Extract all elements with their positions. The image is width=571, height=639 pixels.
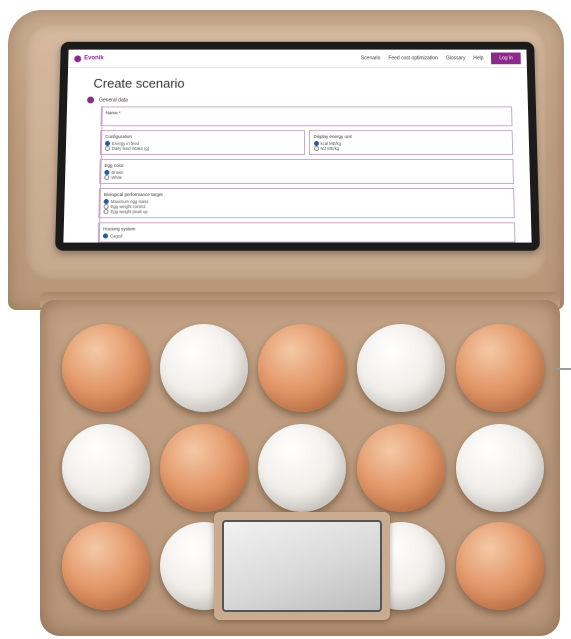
white-egg [160,324,248,412]
egg-color-option[interactable]: White [104,174,509,180]
carton-label-pane [214,512,390,620]
name-field[interactable]: Name * [100,106,513,127]
configuration-option[interactable]: Daily feed intake (g) [104,145,300,151]
nav-scenario[interactable]: Scenario [361,55,381,61]
brown-egg [62,324,150,412]
white-egg [258,424,346,512]
option-label: White [111,174,123,180]
option-label: MJ ME/kg [320,145,340,151]
white-egg [62,424,150,512]
option-label: Egg weight peak up [110,209,148,215]
configuration-group: Configuration Energy in feed Daily feed … [99,130,305,155]
nav-help[interactable]: Help [473,55,483,61]
radio-icon[interactable] [103,209,109,215]
page-title: Create scenario [93,75,185,91]
nav-glossary[interactable]: Glossary [446,55,466,61]
name-label: Name * [105,110,121,116]
step-dot-icon [87,96,95,104]
display-energy-unit-group: Display energy unit kcal ME/kg MJ ME/kg [308,130,514,155]
radio-selected-icon[interactable] [102,233,109,239]
egg-color-label: Egg color [104,162,124,168]
scenario-form: Name * Configuration Energy in feed Dail… [97,106,516,243]
energy-unit-option[interactable]: MJ ME/kg [313,145,509,151]
configuration-label: Configuration [105,134,132,140]
egg-color-group: Egg color Brown White [99,158,514,184]
display-energy-unit-label: Display energy unit [313,134,352,140]
web-app-screen: Evonik Scenario Feed cost optimization G… [63,49,532,243]
brown-egg [456,324,544,412]
main-nav: Scenario Feed cost optimization Glossary… [361,52,521,65]
name-input[interactable] [106,117,508,122]
brown-egg [160,424,248,512]
top-navigation-bar: Evonik Scenario Feed cost optimization G… [68,49,527,69]
biological-performance-label: Biological performance target [103,191,163,198]
logo[interactable]: Evonik [74,54,104,62]
logo-icon [74,54,82,62]
step-label: General data [98,97,128,103]
option-label: Caged [109,233,123,239]
performance-option[interactable]: Egg weight peak up [103,209,509,215]
brown-egg [258,324,346,412]
carton-label-window [222,520,382,612]
login-button[interactable]: Log in [491,52,521,65]
radio-icon[interactable] [313,145,319,151]
brown-egg [62,522,150,610]
option-label: Daily feed intake (g) [111,145,150,151]
biological-performance-group: Biological performance target Maximum eg… [98,187,515,219]
housing-option[interactable]: Caged [102,233,510,239]
radio-icon[interactable] [104,174,110,180]
brown-egg [357,424,445,512]
nav-feed-cost-optimization[interactable]: Feed cost optimization [388,55,438,61]
white-egg [456,424,544,512]
housing-system-group: Housing system Caged [97,222,516,243]
housing-system-label: Housing system [103,226,136,232]
cable [556,368,571,370]
step-general-data[interactable]: General data [87,96,512,104]
logo-text: Evonik [84,55,104,62]
white-egg [357,324,445,412]
main-content: Create scenario General data Name * Conf… [63,68,531,243]
monitor: Evonik Scenario Feed cost optimization G… [55,41,540,251]
radio-icon[interactable] [104,145,110,151]
brown-egg [456,522,544,610]
